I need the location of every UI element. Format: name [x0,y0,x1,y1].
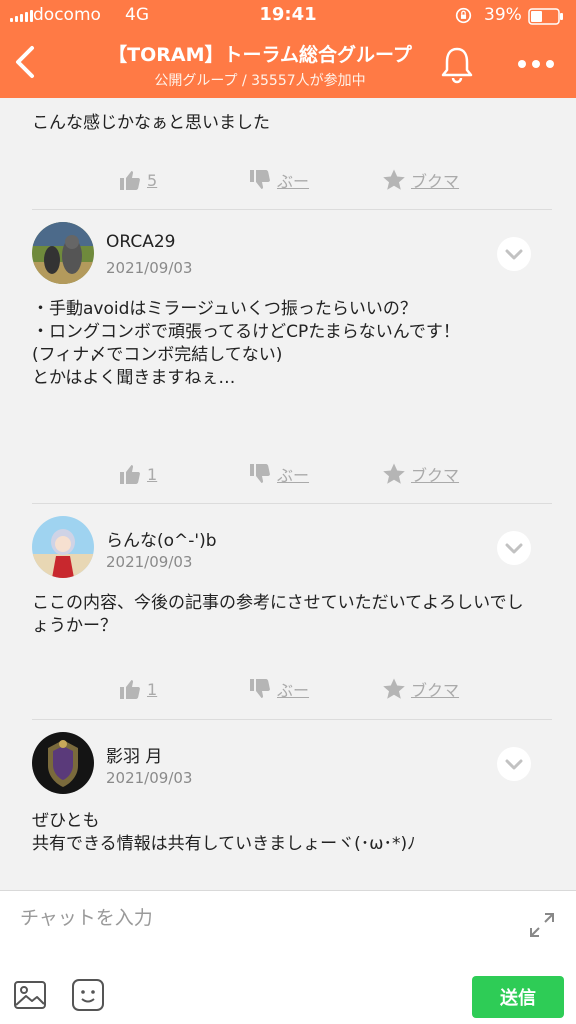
post-item: らんな(o^-')b 2021/09/03 ここの内容、今後の記事の参考にさせて… [0,504,576,720]
boo-button[interactable]: ぶー [248,674,309,704]
post-item: こんな感じかなぁと思いました 5 ぶー ブクマ [0,98,576,210]
send-button[interactable]: 送信 [472,976,564,1018]
expand-icon[interactable] [528,911,556,939]
avatar[interactable] [32,222,94,284]
like-button[interactable]: 1 [118,674,157,704]
post-date: 2021/09/03 [106,553,193,571]
boo-label: ぶー [277,681,310,700]
post-body: ぜひとも 共有できる情報は共有していきましょーヾ(･ω･*)ﾉ [32,810,532,856]
bookmark-button[interactable]: ブクマ [382,165,459,195]
back-button[interactable] [8,40,44,84]
thumbs-down-icon [250,464,270,483]
chat-composer: チャットを入力 送信 [0,890,576,1024]
username: 影羽 月 [106,747,163,767]
post-item: ORCA29 2021/09/03 ・手動avoidはミラージュいくつ振ったらい… [0,210,576,504]
image-icon[interactable] [12,977,48,1013]
star-icon [383,169,405,190]
thumbs-down-icon [250,170,270,189]
username: ORCA29 [106,232,176,252]
post-body: ・手動avoidはミラージュいくつ振ったらいいの？ ・ロングコンボで頑張ってるけ… [32,298,532,390]
post-body-text: ぜひとも 共有できる情報は共有していきましょーヾ(･ω･*)ﾉ [32,811,416,854]
chevron-down-icon [505,249,523,260]
post-actions: 1 ぶー ブクマ [0,674,576,704]
message-feed[interactable]: こんな感じかなぁと思いました 5 ぶー ブクマ ORCA29 2021/09/0… [0,98,576,890]
status-bar: docomo 4G 19:41 39% [0,0,576,32]
title-area: 【TORAM】トーラム総合グループ 公開グループ / 35557人が参加中 [90,40,430,90]
post-body: ここの内容、今後の記事の参考にさせていただいてよろしいでしょうかー？ [32,593,524,636]
thumbs-up-icon [120,465,140,484]
chevron-down-icon [505,543,523,554]
post-menu-button[interactable] [497,747,531,781]
post-date: 2021/09/03 [106,769,193,787]
post-date: 2021/09/03 [106,259,193,277]
bookmark-button[interactable]: ブクマ [382,459,459,489]
more-dots-icon[interactable] [516,52,556,76]
boo-button[interactable]: ぶー [248,165,309,195]
boo-button[interactable]: ぶー [248,459,309,489]
app-header: docomo 4G 19:41 39% 【TORAM】トーラム総合グループ 公開… [0,0,576,98]
username: らんな(o^-')b [106,531,217,551]
post-actions: 1 ぶー ブクマ [0,459,576,489]
post-body: こんな感じかなぁと思いました [32,113,270,133]
thumbs-up-icon [120,171,140,190]
bell-icon[interactable] [438,44,476,84]
post-body-text: ・手動avoidはミラージュいくつ振ったらいいの？ ・ロングコンボで頑張ってるけ… [32,299,460,388]
like-count: 1 [147,464,158,484]
post-item: 影羽 月 2021/09/03 ぜひとも 共有できる情報は共有していきましょーヾ… [0,720,576,890]
battery-icon [528,8,563,25]
post-actions: 5 ぶー ブクマ [0,165,576,195]
avatar[interactable] [32,516,94,578]
star-icon [383,678,405,699]
bookmark-label: ブクマ [411,172,460,191]
bookmark-button[interactable]: ブクマ [382,674,459,704]
battery-percent: 39% [484,5,522,25]
bookmark-label: ブクマ [411,681,460,700]
like-count: 5 [147,170,158,190]
like-button[interactable]: 1 [118,459,157,489]
avatar[interactable] [32,732,94,794]
nav-bar: 【TORAM】トーラム総合グループ 公開グループ / 35557人が参加中 [0,32,576,98]
chevron-down-icon [505,759,523,770]
sticker-icon[interactable] [70,977,106,1013]
star-icon [383,463,405,484]
post-menu-button[interactable] [497,531,531,565]
bookmark-label: ブクマ [411,466,460,485]
rotation-lock-icon [455,7,472,24]
thumbs-down-icon [250,679,270,698]
group-title: 【TORAM】トーラム総合グループ [108,44,412,66]
group-subtitle: 公開グループ / 35557人が参加中 [154,73,366,89]
chat-input[interactable]: チャットを入力 [20,903,500,930]
thumbs-up-icon [120,680,140,699]
like-count: 1 [147,679,158,699]
like-button[interactable]: 5 [118,165,157,195]
boo-label: ぶー [277,466,310,485]
post-menu-button[interactable] [497,237,531,271]
boo-label: ぶー [277,172,310,191]
